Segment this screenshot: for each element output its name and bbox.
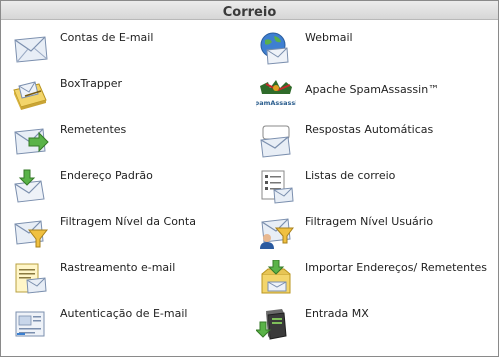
item-webmail[interactable]: Webmail [256,30,496,74]
item-label: Endereço Padrão [60,169,153,182]
spamassassin-logo-text: SpamAssassin [256,99,296,107]
item-contas-de-email[interactable]: Contas de E-mail [11,30,251,74]
email-auth-icon [11,306,51,342]
boxtrapper-icon [11,76,51,112]
mail-feature-grid: Contas de E-mail Webmail BoxTrapper pamA… [1,20,498,356]
item-remetentes[interactable]: Remetentes [11,122,251,166]
mail-panel: Correio Contas de E-mail Webmail BoxTrap… [0,0,499,357]
item-label: BoxTrapper [60,77,123,90]
item-label: Contas de E-mail [60,31,154,44]
panel-header: Correio [1,1,498,20]
item-rastreamento-email[interactable]: Rastreamento e-mail [11,260,251,304]
item-label: Apache SpamAssassin™ [305,83,440,96]
item-label: Filtragem Nível Usuário [305,215,434,228]
item-label: Rastreamento e-mail [60,261,176,274]
item-label: Filtragem Nível da Conta [60,215,196,228]
item-entrada-mx[interactable]: Entrada MX [256,306,496,350]
spamassassin-logo: SpamAssassin [256,76,296,112]
item-label: Importar Endereços/ Remetentes [305,261,487,274]
item-label: Listas de correio [305,169,396,182]
item-label: Autenticação de E-mail [60,307,188,320]
mailing-list-icon [256,168,296,204]
envelope-icon [11,30,51,66]
item-listas-de-correio[interactable]: Listas de correio [256,168,496,212]
import-icon [256,260,296,296]
item-label: Remetentes [60,123,127,136]
user-filter-icon [256,214,296,250]
autoresponder-icon [256,122,296,158]
mx-entry-icon [256,306,296,342]
email-tracking-icon [11,260,51,296]
item-autenticacao-email[interactable]: Autenticação de E-mail [11,306,251,350]
item-label: Entrada MX [305,307,369,320]
webmail-globe-icon [256,30,296,66]
item-respostas-automaticas[interactable]: Respostas Automáticas [256,122,496,166]
item-filtragem-nivel-usuario[interactable]: Filtragem Nível Usuário [256,214,496,258]
panel-title: Correio [222,5,277,20]
item-label: Webmail [305,31,353,44]
item-endereco-padrao[interactable]: Endereço Padrão [11,168,251,212]
item-apache-spamassassin[interactable]: SpamAssassin Apache SpamAssassin™ [256,76,496,120]
account-filter-icon [11,214,51,250]
forwarders-icon [11,122,51,158]
item-importar-enderecos[interactable]: Importar Endereços/ Remetentes [256,260,496,304]
item-filtragem-nivel-conta[interactable]: Filtragem Nível da Conta [11,214,251,258]
item-label: Respostas Automáticas [305,123,434,136]
default-address-icon [11,168,51,204]
item-boxtrapper[interactable]: BoxTrapper [11,76,251,120]
